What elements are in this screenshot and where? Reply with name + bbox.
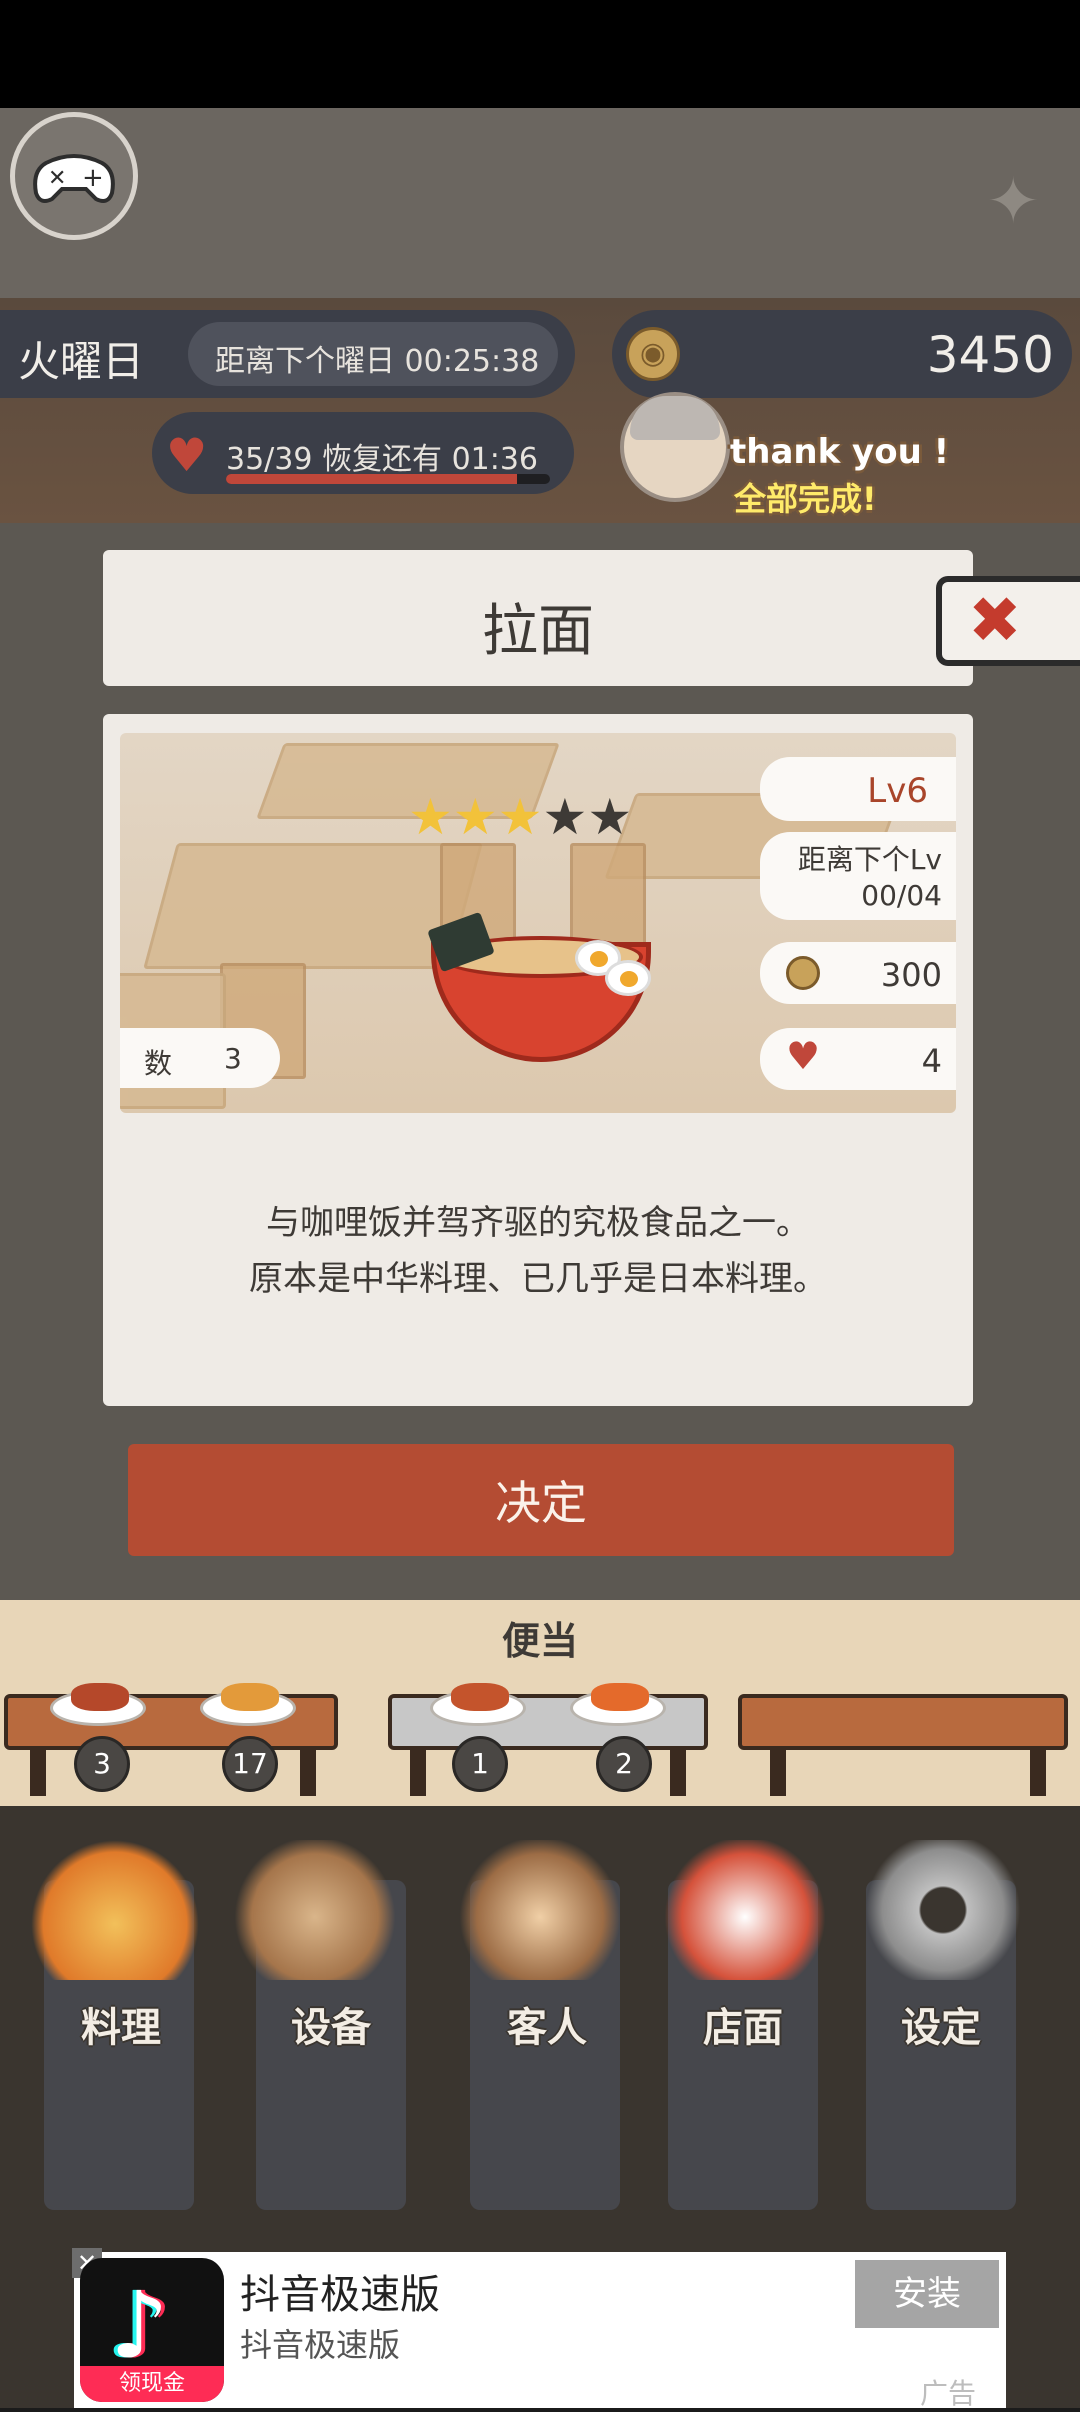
ad-install-button[interactable]: 安装 [855, 2260, 999, 2328]
cooking-pot-icon [30, 1840, 200, 1980]
customers-icon [455, 1840, 625, 1980]
dialog-title-card: 拉面 [103, 550, 973, 686]
house-icon [230, 1840, 400, 1980]
next-level-text: 距离下个Lv 00/04 [797, 843, 942, 912]
sparkle-icon: ✦ [986, 165, 1040, 239]
ad-badge: 领现金 [80, 2366, 224, 2402]
bento-count-2: 17 [222, 1736, 278, 1792]
dish-rating: ★★★★★ [408, 788, 632, 846]
coin-panel: ◉ 3450 [612, 310, 1072, 398]
bento-dish-1[interactable] [50, 1683, 146, 1726]
next-day-timer: 距离下个曜日 00:25:38 [215, 344, 540, 379]
price-badge: 300 [760, 942, 956, 1004]
nav-equipment[interactable]: 设备 [246, 1995, 416, 2053]
hearts-badge: ♥ 4 [760, 1028, 956, 1090]
coin-icon [786, 956, 820, 990]
star-icon: ★ [408, 788, 453, 846]
hearts-value: 4 [921, 1042, 942, 1080]
star-empty-icon: ★ [542, 788, 588, 846]
quantity-badge: 数 3 [120, 1028, 280, 1088]
ramen-image [425, 911, 655, 1070]
star-icon: ★ [497, 788, 543, 846]
stamina-bar [226, 474, 550, 484]
game-background-top [0, 108, 1080, 298]
status-bar [0, 0, 1080, 108]
coin-count: 3450 [926, 326, 1054, 384]
ad-label: 广告 [920, 2377, 977, 2410]
heart-icon: ♥ [166, 428, 208, 482]
star-empty-icon: ★ [587, 788, 633, 846]
svg-text:✕: ✕ [48, 166, 66, 191]
close-button[interactable]: ✖ [936, 576, 1080, 666]
stamina-bar-fill [226, 474, 517, 484]
quantity-value: 3 [224, 1042, 242, 1075]
bento-count-3: 1 [452, 1736, 508, 1792]
nav-cooking[interactable]: 料理 [36, 1995, 206, 2053]
bento-dish-3[interactable] [430, 1683, 526, 1726]
bento-count-4: 2 [596, 1736, 652, 1792]
weekday-name: 火曜日 [18, 337, 145, 386]
dialog-title: 拉面 [482, 599, 594, 664]
level-badge: Lv6 [760, 757, 956, 821]
level-text: Lv6 [867, 771, 928, 811]
close-icon: ✖ [968, 584, 1022, 658]
coin-icon: ◉ [626, 327, 680, 381]
quantity-label: 数 [144, 1047, 173, 1080]
bento-dish-2[interactable] [200, 1683, 296, 1726]
customer-thanks-popup: thank you ! 全部完成! [620, 388, 1060, 518]
confirm-label: 决定 [495, 1476, 587, 1530]
thanks-text: thank you ! [730, 432, 950, 472]
bento-dish-4[interactable] [570, 1683, 666, 1726]
next-level-badge: 距离下个Lv 00/04 [760, 832, 956, 920]
nav-settings[interactable]: 设定 [856, 1995, 1026, 2053]
gear-icon [858, 1840, 1028, 1980]
bento-title: 便当 [501, 1619, 578, 1663]
nav-shop[interactable]: 店面 [658, 1995, 828, 2053]
bento-count-1: 3 [74, 1736, 130, 1792]
music-note-icon: ♪ [110, 2272, 169, 2379]
lucky-cat-icon [660, 1840, 830, 1980]
svg-text:+: + [82, 163, 104, 193]
dish-description: 与咖哩饭并驾齐驱的究极食品之一。 原本是中华料理、已几乎是日本料理。 [249, 1203, 827, 1299]
grandma-avatar [620, 392, 730, 502]
gamepad-icon: ✕ + [33, 154, 115, 203]
stamina-panel: ♥ 35/39 恢复还有 01:36 [152, 412, 574, 494]
douyin-app-icon[interactable]: ♪ 领现金 [80, 2258, 224, 2402]
ad-title: 抖音极速版 [240, 2272, 440, 2318]
stamina-text: 35/39 恢复还有 01:36 [226, 442, 539, 477]
star-icon: ★ [452, 788, 498, 846]
heart-icon: ♥ [786, 1034, 821, 1078]
bento-table-3[interactable] [738, 1694, 1068, 1750]
nav-customers[interactable]: 客人 [462, 1995, 632, 2053]
all-done-text: 全部完成! [734, 480, 877, 518]
price-value: 300 [880, 956, 942, 994]
confirm-button[interactable]: 决定 [128, 1444, 954, 1556]
weekday-panel: 火曜日 距离下个曜日 00:25:38 [0, 310, 575, 398]
gamepad-button[interactable]: ✕ + [10, 112, 138, 240]
ad-subtitle: 抖音极速版 [240, 2326, 401, 2364]
